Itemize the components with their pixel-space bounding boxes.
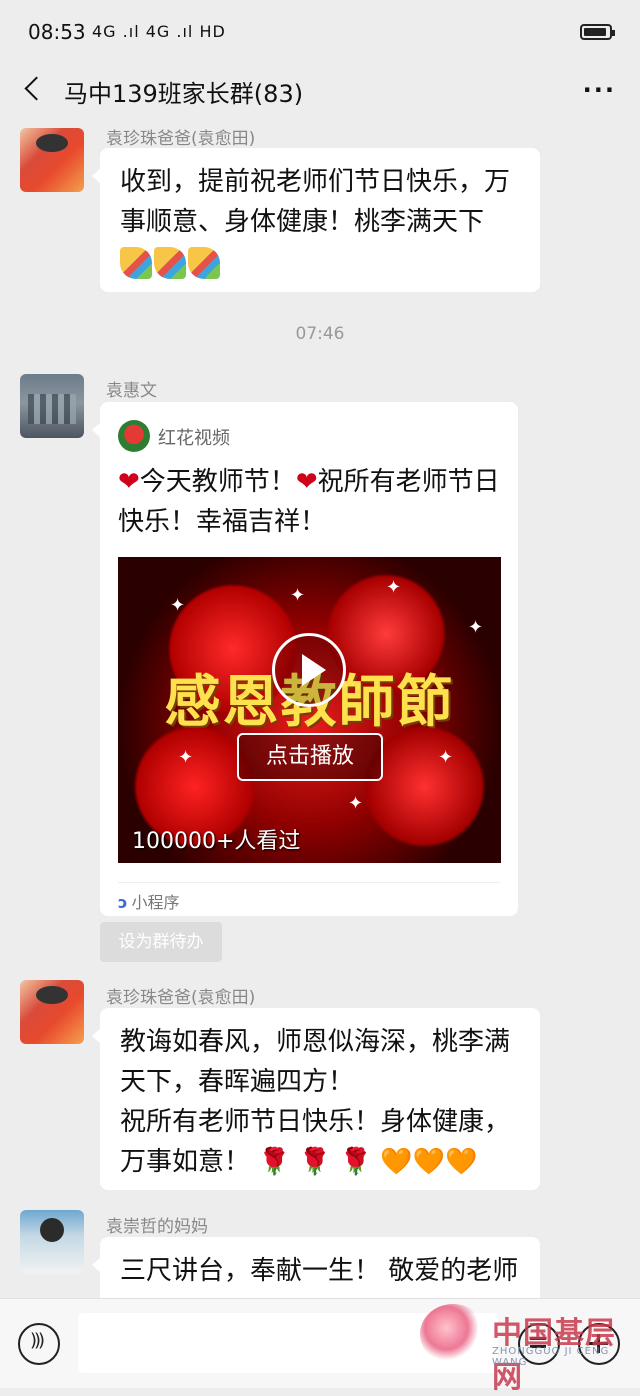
party-popper-icon <box>188 246 220 279</box>
back-button[interactable] <box>20 74 48 106</box>
message-bubble[interactable]: 教诲如春风，师恩似海深，桃李满天下，春晖遍四方！ 祝所有老师节日快乐！身体健康，… <box>92 1008 540 1190</box>
mini-program-icon: ↄ <box>118 893 128 912</box>
avatar[interactable] <box>20 1210 84 1274</box>
status-bar: 08:53 4G .ıl 4G .ıl HD <box>0 0 640 60</box>
mini-program-card[interactable]: 红花视频 ❤今天教师节！❤祝所有老师节日快乐！幸福吉祥！ ✦ ✦ ✦ ✦ ✦ ✦… <box>92 402 518 916</box>
input-bar <box>0 1298 640 1388</box>
plus-icon[interactable] <box>578 1323 620 1365</box>
sparkle-icon: ✦ <box>468 617 484 638</box>
message-list[interactable]: 袁珍珠爸爸(袁愈田) 收到，提前祝老师们节日快乐，万事顺意、身体健康！桃李满天下… <box>0 120 640 1298</box>
rose-logo-icon <box>118 420 150 452</box>
sparkle-icon: ✦ <box>170 595 186 616</box>
signal-icon: 4G .ıl 4G .ıl HD <box>92 22 226 41</box>
play-button[interactable]: 点击播放 <box>237 733 383 781</box>
message-text: 收到，提前祝老师们节日快乐，万事顺意、身体健康！桃李满天下 <box>120 167 511 237</box>
sender-name: 袁崇哲的妈妈 <box>106 1217 208 1237</box>
timestamp: 07:46 <box>295 324 345 344</box>
card-text-a: 今天教师节！ <box>139 467 296 497</box>
message-text: 教诲如春风，师恩似海深，桃李满天下，春晖遍四方！ <box>120 1027 511 1097</box>
heart-icon: ❤ <box>118 467 140 497</box>
emoji-icon[interactable] <box>518 1323 560 1365</box>
message-bubble[interactable]: 收到，提前祝老师们节日快乐，万事顺意、身体健康！桃李满天下 <box>92 148 540 292</box>
avatar[interactable] <box>20 980 84 1044</box>
avatar[interactable] <box>20 374 84 438</box>
heart-icon: ❤ <box>295 467 318 497</box>
sender-name: 袁珍珠爸爸(袁愈田) <box>106 988 256 1008</box>
party-popper-icon <box>120 246 152 279</box>
card-text: ❤今天教师节！❤祝所有老师节日快乐！幸福吉祥！ <box>118 462 504 542</box>
sparkle-icon: ✦ <box>386 577 402 598</box>
emoji-row: 🌹 🌹 🌹 🧡🧡🧡 <box>258 1147 478 1177</box>
more-icon[interactable]: ··· <box>583 76 616 104</box>
play-icon[interactable] <box>272 633 346 707</box>
chat-header: 马中139班家长群(83) ··· <box>0 60 640 120</box>
sparkle-icon: ✦ <box>438 747 454 768</box>
video-thumbnail[interactable]: ✦ ✦ ✦ ✦ ✦ ✦ ✦ 感恩教師節 点击播放 100000+人看过 <box>118 557 501 863</box>
message-text: 三尺讲台，奉献一生！ 敬爱的老师 <box>120 1256 519 1286</box>
sparkle-icon: ✦ <box>290 585 306 606</box>
view-count: 100000+人看过 <box>132 829 301 854</box>
avatar[interactable] <box>20 128 84 192</box>
chat-title: 马中139班家长群(83) <box>64 80 304 108</box>
party-popper-icon <box>154 246 186 279</box>
status-time: 08:53 <box>28 20 86 44</box>
battery-icon <box>580 24 615 40</box>
message-input[interactable] <box>78 1313 498 1373</box>
card-footer-label: 小程序 <box>131 893 180 912</box>
sender-name: 袁珍珠爸爸(袁愈田) <box>106 129 256 149</box>
card-source: 红花视频 <box>158 428 230 449</box>
sparkle-icon: ✦ <box>178 747 194 768</box>
sender-name: 袁惠文 <box>106 381 157 401</box>
message-bubble[interactable]: 三尺讲台，奉献一生！ 敬爱的老师 <box>92 1237 540 1298</box>
sparkle-icon: ✦ <box>348 793 364 814</box>
voice-input-icon[interactable] <box>18 1323 60 1365</box>
set-group-todo-button[interactable]: 设为群待办 <box>100 922 222 962</box>
card-footer: ↄ 小程序 <box>118 882 500 913</box>
